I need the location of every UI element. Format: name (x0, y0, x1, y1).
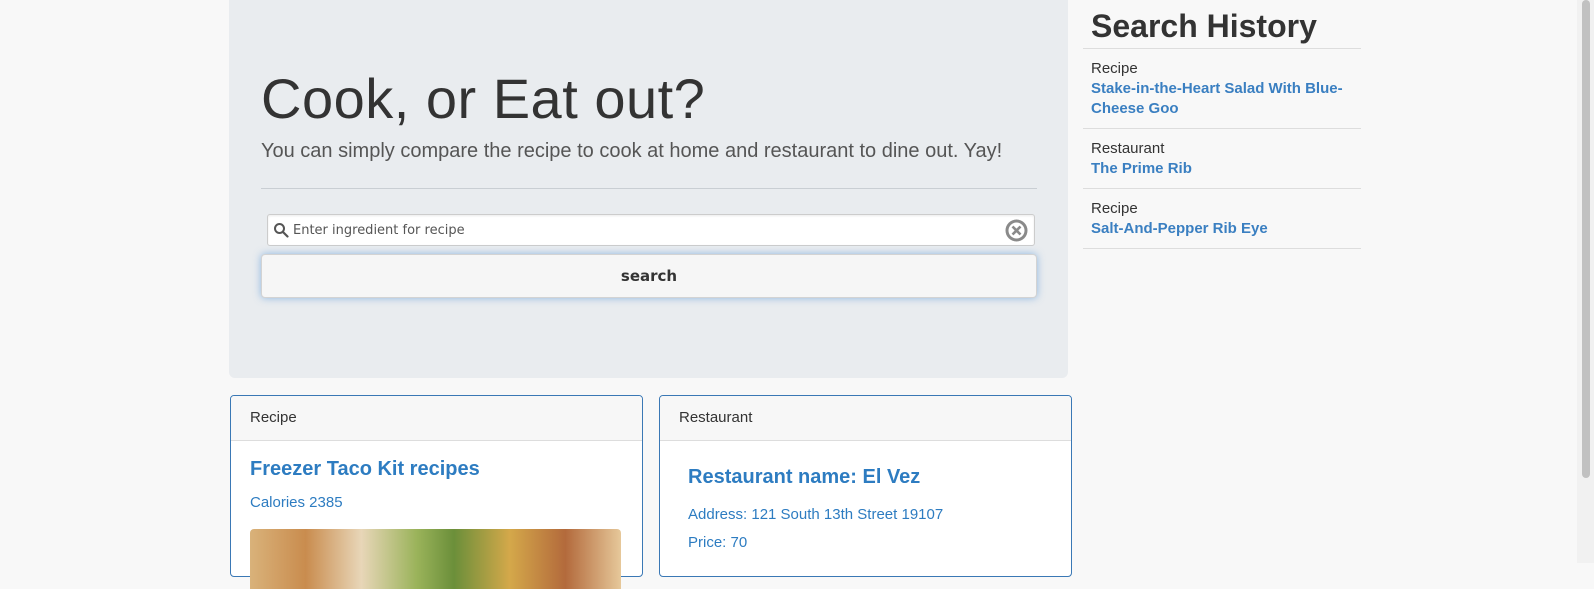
page-scrollbar[interactable] (1577, 0, 1594, 563)
hero-title: Cook, or Eat out? (261, 67, 706, 130)
hero-subtitle: You can simply compare the recipe to coo… (261, 140, 1003, 162)
search-history-title: Search History (1091, 8, 1317, 44)
restaurant-card: Restaurant Restaurant name: El Vez Addre… (659, 395, 1072, 577)
recipe-image (250, 529, 621, 589)
restaurant-name[interactable]: Restaurant name: El Vez (688, 466, 920, 489)
recipe-card-header: Recipe (231, 396, 642, 441)
restaurant-price: Price: 70 (688, 534, 748, 551)
history-item-link[interactable]: Salt-And-Pepper Rib Eye (1091, 219, 1353, 239)
restaurant-card-header: Restaurant (660, 396, 1071, 441)
history-item: Restaurant The Prime Rib (1083, 128, 1361, 188)
hero-divider (261, 188, 1037, 189)
recipe-title[interactable]: Freezer Taco Kit recipes (250, 458, 480, 481)
history-item-link[interactable]: Stake-in-the-Heart Salad With Blue-Chees… (1091, 79, 1353, 119)
history-item-type: Recipe (1091, 60, 1138, 77)
history-item: Recipe Stake-in-the-Heart Salad With Blu… (1083, 48, 1361, 128)
recipe-card: Recipe Freezer Taco Kit recipes Calories… (230, 395, 643, 589)
history-item-type: Recipe (1091, 200, 1138, 217)
search-button[interactable]: search (261, 254, 1037, 298)
restaurant-address: Address: 121 South 13th Street 19107 (688, 506, 944, 523)
history-item-type: Restaurant (1091, 140, 1165, 157)
search-icon (274, 223, 289, 238)
history-item-link[interactable]: The Prime Rib (1091, 159, 1353, 179)
search-input[interactable] (293, 215, 983, 245)
search-box[interactable] (267, 214, 1035, 246)
history-item: Recipe Salt-And-Pepper Rib Eye (1083, 188, 1361, 249)
search-history-sidebar: Search History Recipe Stake-in-the-Heart… (1083, 0, 1361, 249)
recipe-calories: Calories 2385 (250, 494, 343, 511)
scrollbar-thumb[interactable] (1582, 0, 1590, 478)
clear-icon[interactable] (1005, 219, 1028, 242)
hero-jumbotron: Cook, or Eat out? You can simply compare… (229, 0, 1068, 378)
